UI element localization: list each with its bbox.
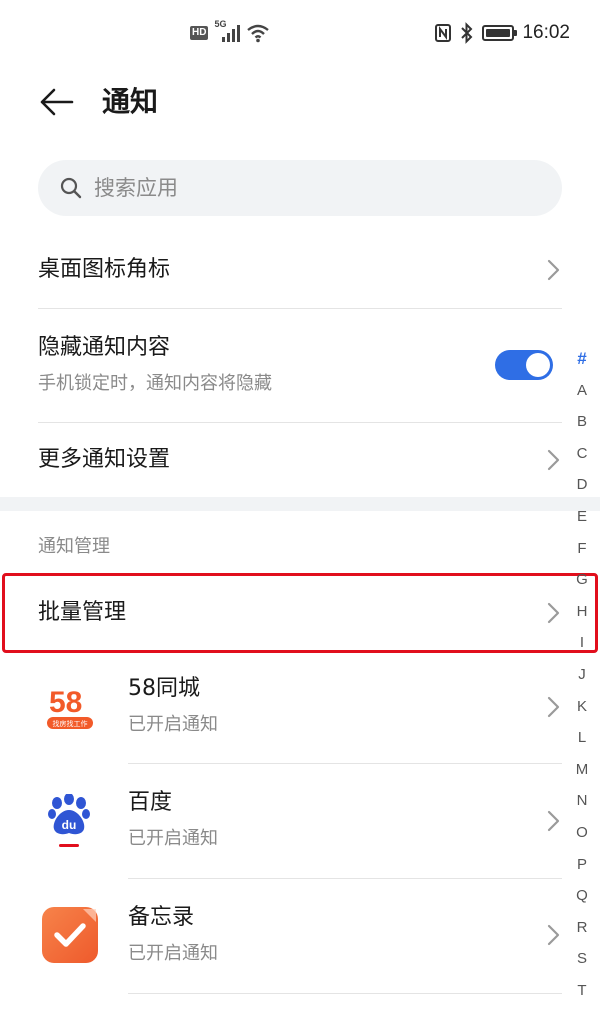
- nfc-icon: [435, 24, 452, 42]
- hide-content-title: 隐藏通知内容: [38, 335, 171, 360]
- search-bar[interactable]: [38, 160, 562, 216]
- app-name: 百度: [128, 790, 173, 815]
- alpha-index-item[interactable]: L: [578, 722, 586, 754]
- chevron-right-icon: [547, 696, 560, 718]
- signal-icon: 5G: [214, 19, 241, 44]
- chevron-right-icon: [547, 924, 560, 946]
- app-status: 已开启通知: [128, 828, 218, 849]
- chevron-right-icon: [547, 259, 560, 281]
- app-status: 已开启通知: [128, 714, 218, 735]
- status-bar-right: 16:02: [434, 20, 570, 46]
- alpha-index-item[interactable]: J: [578, 659, 586, 691]
- alpha-index-item[interactable]: F: [577, 533, 586, 565]
- battery-icon: [482, 25, 518, 41]
- more-settings-row[interactable]: 更多通知设置: [0, 423, 600, 497]
- bluetooth-icon: [461, 22, 473, 44]
- app-row-memo[interactable]: 备忘录 已开启通知: [0, 879, 600, 993]
- app-row-baidu[interactable]: du 百度 已开启通知: [0, 764, 600, 878]
- chevron-right-icon: [547, 449, 560, 471]
- app-status: 已开启通知: [128, 943, 218, 964]
- svg-text:58: 58: [49, 686, 82, 719]
- status-bar-network: HD 5G: [190, 19, 270, 46]
- badge-setting-row[interactable]: 桌面图标角标: [0, 232, 600, 308]
- alpha-index-item[interactable]: K: [577, 691, 587, 723]
- app-name: 备忘录: [128, 905, 195, 930]
- chevron-right-icon: [547, 602, 560, 624]
- hide-content-subtitle: 手机锁定时，通知内容将隐藏: [38, 373, 272, 394]
- svg-text:du: du: [62, 818, 77, 832]
- search-input[interactable]: [94, 176, 494, 200]
- alpha-index-item[interactable]: T: [577, 975, 586, 1007]
- alpha-index-item[interactable]: H: [577, 596, 588, 628]
- search-icon: [58, 175, 84, 201]
- alpha-index-item[interactable]: R: [577, 912, 588, 944]
- status-bar: HD 5G 16:02: [0, 0, 600, 66]
- alpha-index-item[interactable]: G: [576, 564, 588, 596]
- alpha-index-item[interactable]: #: [577, 343, 586, 375]
- alpha-index-item[interactable]: A: [577, 375, 587, 407]
- back-button[interactable]: [36, 82, 76, 122]
- alpha-index-item[interactable]: C: [577, 438, 588, 470]
- alpha-index-item[interactable]: E: [577, 501, 587, 533]
- alpha-index-item[interactable]: P: [577, 849, 587, 881]
- 58-app-icon: 58 找房找工作: [42, 679, 98, 735]
- alpha-index-item[interactable]: S: [577, 943, 587, 975]
- alphabet-index[interactable]: # A B C D E F G H I J K L M N O P Q R S T: [568, 343, 596, 1006]
- svg-text:找房找工作: 找房找工作: [53, 719, 88, 728]
- baidu-paw-icon: du: [48, 794, 90, 847]
- hide-content-toggle[interactable]: [495, 350, 553, 380]
- more-settings-title: 更多通知设置: [38, 447, 171, 472]
- hd-icon: HD: [190, 26, 209, 40]
- page-title: 通知: [102, 85, 159, 118]
- section-label: 通知管理: [38, 536, 110, 557]
- alpha-index-item[interactable]: Q: [576, 880, 588, 912]
- wifi-icon: [247, 24, 270, 43]
- section-separator: [0, 497, 600, 511]
- chevron-right-icon: [547, 810, 560, 832]
- badge-setting-title: 桌面图标角标: [38, 257, 171, 282]
- alpha-index-item[interactable]: I: [580, 627, 584, 659]
- app-header: 通知: [0, 66, 600, 140]
- app-name: 58同城: [128, 676, 200, 701]
- alpha-index-item[interactable]: B: [577, 406, 587, 438]
- notes-check-icon: [42, 907, 98, 963]
- alpha-index-item[interactable]: M: [576, 754, 589, 786]
- toggle-knob: [526, 353, 550, 377]
- app-row-58tongcheng[interactable]: 58 找房找工作 58同城 已开启通知: [0, 650, 600, 763]
- alpha-index-item[interactable]: N: [577, 785, 588, 817]
- batch-manage-title: 批量管理: [38, 600, 127, 625]
- hide-content-row: 隐藏通知内容 手机锁定时，通知内容将隐藏: [0, 309, 600, 422]
- alpha-index-item[interactable]: O: [576, 817, 588, 849]
- status-time: 16:02: [522, 22, 570, 43]
- arrow-left-icon: [40, 88, 74, 116]
- batch-manage-row[interactable]: 批量管理: [0, 576, 600, 650]
- alpha-index-item[interactable]: D: [577, 469, 588, 501]
- divider: [128, 993, 562, 994]
